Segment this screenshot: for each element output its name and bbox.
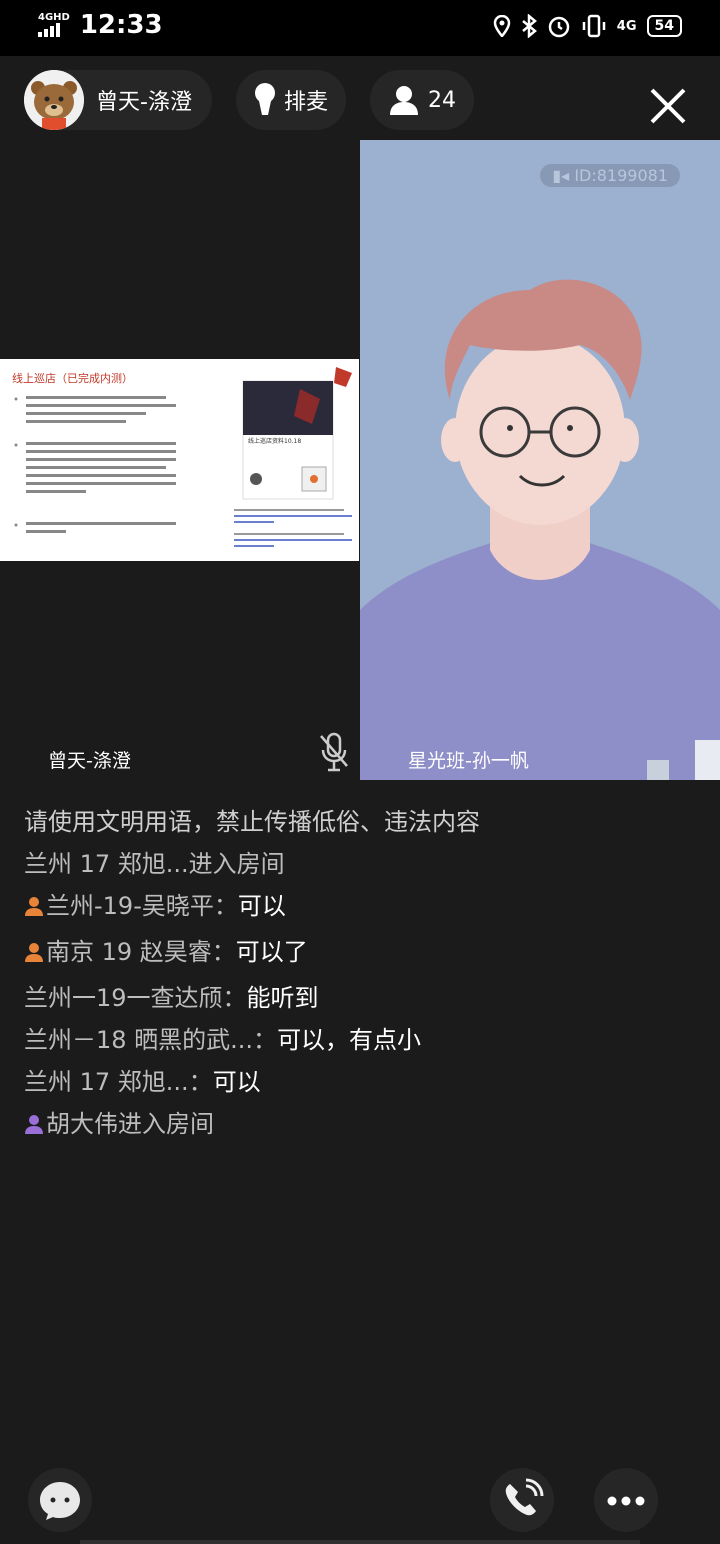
- more-icon: [607, 1496, 645, 1506]
- viewer-count-button[interactable]: 24: [369, 70, 474, 130]
- user-orange-icon: [25, 897, 43, 916]
- chat-message: 胡大伟进入房间: [24, 1108, 684, 1140]
- guest-avatar-illustration: [360, 279, 720, 780]
- network-4g: 4G: [616, 18, 637, 34]
- video-camera-icon: ▮◂: [552, 166, 570, 185]
- signal-icon: [38, 23, 70, 37]
- bluetooth-icon: [521, 14, 537, 38]
- video-tile-guest[interactable]: ▮◂ ID:8199081: [360, 140, 720, 780]
- slide-title: 线上巡店（已完成内测）: [12, 371, 133, 385]
- mic-off-icon[interactable]: [318, 732, 350, 772]
- queue-mic-button[interactable]: 排麦: [235, 70, 346, 130]
- chat-bubble-icon: [40, 1482, 80, 1520]
- chat-message: 兰州 17 郑旭...进入房间: [24, 850, 285, 878]
- status-bar: 4GHD 12:33 4G 54: [0, 0, 720, 56]
- video-name-guest: 星光班-孙一帆: [408, 750, 529, 772]
- chat-message: 兰州 17 郑旭...：可以: [24, 1068, 261, 1096]
- host-pill[interactable]: 曾天-涤澄: [24, 70, 212, 130]
- phone-icon: [505, 1478, 544, 1516]
- status-time: 12:33: [79, 10, 163, 40]
- close-icon[interactable]: [648, 86, 688, 126]
- chat-notice: 请使用文明用语，禁止传播低俗、违法内容: [24, 808, 480, 836]
- chat-message: 兰州-19-吴晓平：可以: [24, 890, 684, 922]
- network-type: 4GHD: [38, 12, 70, 23]
- shared-slide: 线上巡店（已完成内测） 线上巡店资料10.18: [0, 359, 359, 561]
- microphone-icon: [254, 83, 275, 115]
- viewer-count: 24: [427, 87, 456, 113]
- queue-mic-label: 排麦: [283, 90, 328, 115]
- more-options-button[interactable]: [594, 1468, 658, 1532]
- call-button[interactable]: [490, 1468, 554, 1532]
- bottom-divider: [80, 1540, 640, 1544]
- alarm-icon: [548, 16, 570, 38]
- slide-card-title: 线上巡店资料10.18: [248, 437, 301, 445]
- location-icon: [493, 15, 511, 37]
- user-orange-icon: [25, 943, 43, 962]
- chat-message: 兰州－18 晒黑的武...：可以，有点小: [24, 1026, 422, 1054]
- battery-indicator: 54: [646, 15, 682, 37]
- chat-message: 兰州一19一查达颀：能听到: [24, 984, 319, 1012]
- host-name: 曾天-涤澄: [96, 90, 192, 115]
- chat-input-button[interactable]: [28, 1468, 92, 1532]
- video-name-host: 曾天-涤澄: [48, 750, 131, 772]
- user-icon: [389, 86, 418, 115]
- chat-message: 南京 19 赵昊睿：可以了: [24, 936, 684, 968]
- user-purple-icon: [25, 1115, 43, 1134]
- vibrate-icon: [582, 14, 606, 38]
- room-header: 曾天-涤澄 排麦 24: [24, 70, 474, 130]
- chat-list: 请使用文明用语，禁止传播低俗、违法内容 兰州 17 郑旭...进入房间 兰州-1…: [24, 806, 684, 1150]
- room-id-badge: ▮◂ ID:8199081: [540, 164, 680, 187]
- host-avatar[interactable]: [24, 70, 84, 130]
